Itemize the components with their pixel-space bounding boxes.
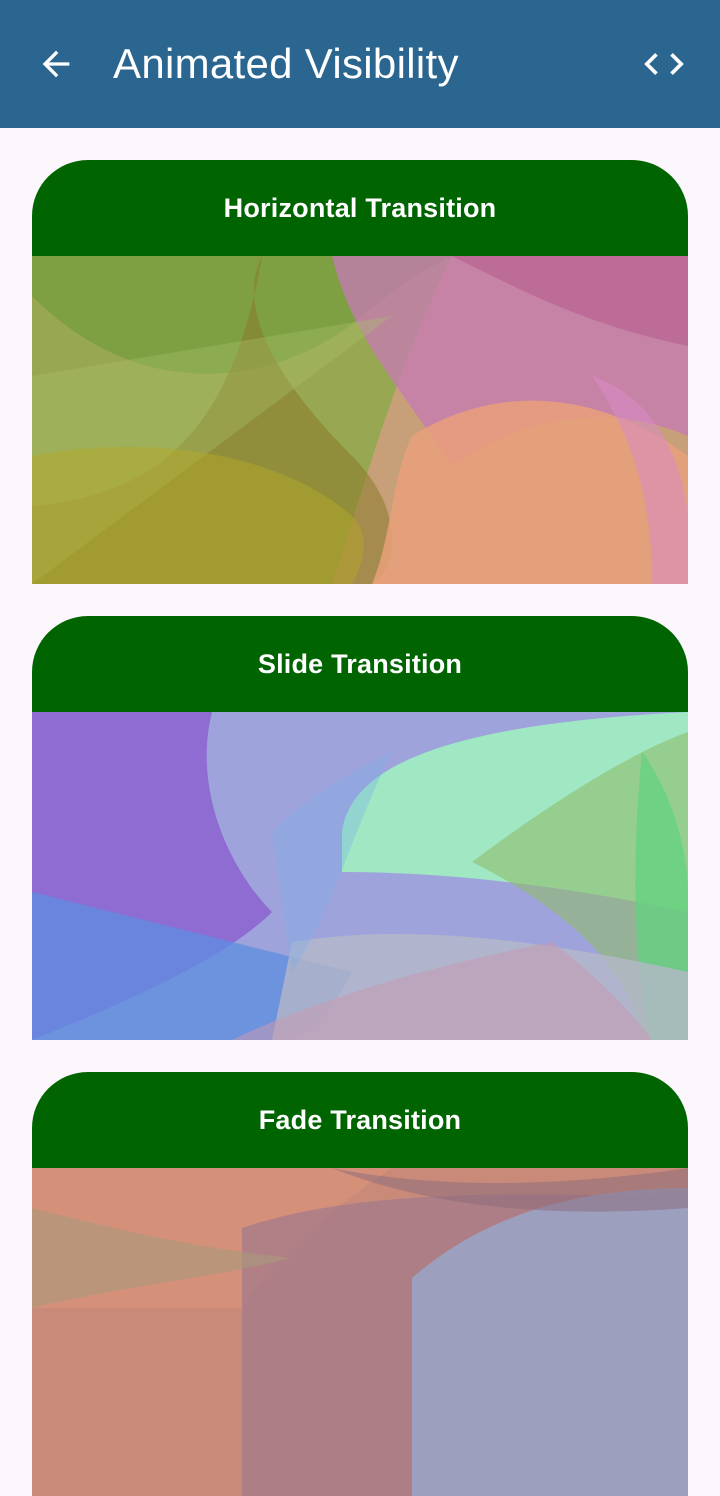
card-horizontal-transition[interactable]: Horizontal Transition: [32, 160, 688, 584]
abstract-gradient-image: [32, 1168, 688, 1496]
card-title: Fade Transition: [32, 1072, 688, 1168]
card-title: Slide Transition: [32, 616, 688, 712]
view-code-button[interactable]: [636, 36, 692, 92]
abstract-gradient-image: [32, 256, 688, 584]
card-fade-transition[interactable]: Fade Transition: [32, 1072, 688, 1496]
page-title: Animated Visibility: [113, 40, 459, 87]
abstract-gradient-image: [32, 712, 688, 1040]
top-app-bar: Animated Visibility: [0, 0, 720, 128]
back-button[interactable]: [28, 36, 84, 92]
card-title: Horizontal Transition: [32, 160, 688, 256]
arrow-back-icon: [42, 50, 70, 78]
code-icon: [644, 53, 684, 75]
card-slide-transition[interactable]: Slide Transition: [32, 616, 688, 1040]
